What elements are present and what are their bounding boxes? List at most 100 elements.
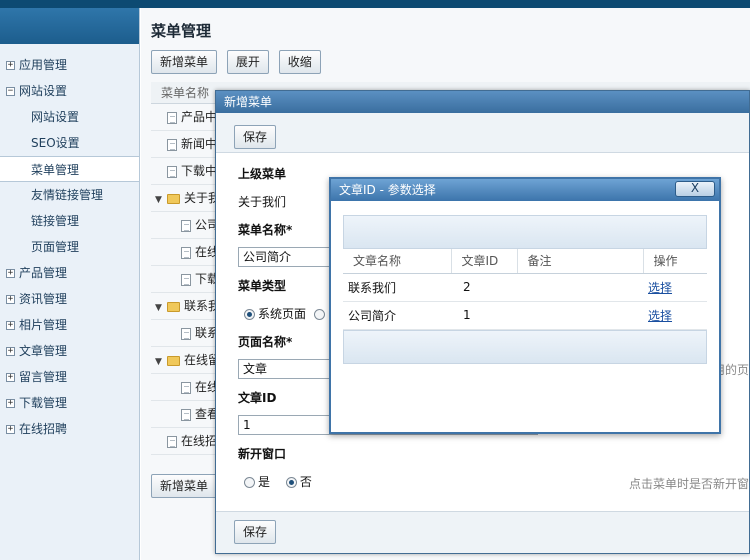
article-table: 文章名称 文章ID 备注 操作 联系我们 2 选择 公司简介 1 选择 bbox=[343, 249, 707, 330]
expand-icon[interactable]: + bbox=[6, 399, 15, 408]
article-name-cell: 联系我们 bbox=[343, 273, 451, 302]
menu-name-label: 菜单名称* bbox=[238, 223, 293, 237]
expand-button[interactable]: 展开 bbox=[226, 50, 269, 74]
system-page-radio[interactable] bbox=[244, 309, 255, 320]
new-window-label: 新开窗口 bbox=[238, 447, 287, 461]
sidebar-item-label: 留言管理 bbox=[19, 370, 68, 384]
new-window-yes-label: 是 bbox=[258, 475, 271, 489]
sidebar-item-label: 下载管理 bbox=[19, 396, 68, 410]
footer-save-button[interactable]: 保存 bbox=[234, 520, 277, 544]
sidebar-item-label: 在线招聘 bbox=[19, 422, 68, 436]
sidebar-item-label: 应用管理 bbox=[19, 58, 68, 72]
expand-icon[interactable]: + bbox=[6, 295, 15, 304]
column-header-name: 文章名称 bbox=[343, 249, 452, 274]
other-type-radio[interactable] bbox=[313, 309, 325, 320]
sidebar-item[interactable]: 友情链接管理 bbox=[0, 182, 139, 208]
document-icon bbox=[167, 165, 177, 178]
sidebar-item-label: 友情链接管理 bbox=[31, 188, 104, 202]
sidebar-item[interactable]: + 相片管理 bbox=[0, 312, 139, 338]
folder-icon bbox=[167, 301, 180, 312]
table-row: 公司简介 1 选择 bbox=[343, 301, 707, 330]
page-title: 菜单管理 bbox=[151, 22, 212, 40]
folder-icon bbox=[167, 355, 180, 366]
document-icon bbox=[167, 138, 177, 151]
expand-icon[interactable]: + bbox=[6, 347, 15, 356]
article-id-cell: 1 bbox=[451, 301, 517, 330]
sidebar-item[interactable]: + 应用管理 bbox=[0, 52, 139, 78]
select-link[interactable]: 选择 bbox=[643, 301, 707, 330]
main-bottom-toolbar: 新增菜单 bbox=[151, 474, 223, 498]
sidebar-item-label: SEO设置 bbox=[31, 136, 80, 150]
expand-icon[interactable]: + bbox=[6, 321, 15, 330]
new-window-hint: 点击菜单时是否新开窗 bbox=[628, 477, 749, 491]
close-button[interactable]: X bbox=[675, 181, 715, 197]
new-window-no-radio[interactable] bbox=[285, 477, 297, 488]
sidebar-item[interactable]: + 留言管理 bbox=[0, 364, 139, 390]
article-id-label: 文章ID bbox=[238, 391, 277, 405]
article-note-cell bbox=[517, 301, 643, 330]
document-icon bbox=[167, 111, 177, 124]
sidebar-item[interactable]: − 网站设置 bbox=[0, 78, 139, 104]
sidebar-item[interactable]: 菜单管理 bbox=[0, 156, 139, 182]
caret-down-icon[interactable]: ▼ bbox=[155, 295, 167, 319]
top-bar bbox=[0, 0, 750, 8]
sidebar-item[interactable]: 链接管理 bbox=[0, 208, 139, 234]
sidebar-menu: + 应用管理 − 网站设置 网站设置 SEO设置 菜单管理 友情链接管理 链接管理 页面管理 + 产品… bbox=[0, 52, 139, 442]
sidebar-item-label: 产品管理 bbox=[19, 266, 68, 280]
folder-icon bbox=[167, 193, 180, 204]
expand-icon[interactable]: + bbox=[6, 269, 15, 278]
document-icon bbox=[181, 273, 191, 286]
article-id-cell: 2 bbox=[451, 273, 517, 302]
article-name-cell: 公司简介 bbox=[343, 301, 451, 330]
caret-down-icon[interactable]: ▼ bbox=[155, 349, 167, 373]
document-icon bbox=[181, 408, 191, 421]
dialog-title: 新增菜单 bbox=[216, 91, 749, 113]
page-name-label: 页面名称* bbox=[238, 335, 293, 349]
sidebar-item[interactable]: 页面管理 bbox=[0, 234, 139, 260]
sidebar-item[interactable]: 网站设置 bbox=[0, 104, 139, 130]
dialog-footer: 保存 bbox=[216, 511, 749, 553]
dialog-toolbar: 保存 bbox=[216, 113, 749, 153]
sidebar-item-label: 网站设置 bbox=[19, 84, 68, 98]
tree-row-label: 在线招 bbox=[181, 434, 218, 448]
tree-row-label: 产品中 bbox=[181, 110, 218, 124]
new-window-yes-radio[interactable] bbox=[244, 477, 255, 488]
param-dialog-title-text: 文章ID - 参数选择 bbox=[339, 183, 436, 197]
menu-type-radio-group: 系统页面 bbox=[244, 305, 328, 322]
expand-icon[interactable]: + bbox=[6, 373, 15, 382]
article-note-cell bbox=[517, 273, 643, 302]
column-header-id: 文章ID bbox=[451, 249, 518, 274]
document-icon bbox=[167, 435, 177, 448]
sidebar-item[interactable]: + 资讯管理 bbox=[0, 286, 139, 312]
table-header-row: 文章名称 文章ID 备注 操作 bbox=[343, 249, 707, 274]
table-row: 联系我们 2 选择 bbox=[343, 273, 707, 302]
param-footer-band bbox=[343, 329, 707, 364]
expand-icon[interactable]: + bbox=[6, 61, 15, 70]
param-dialog-title: 文章ID - 参数选择 X bbox=[331, 179, 719, 201]
sidebar-item-label: 菜单管理 bbox=[31, 163, 80, 177]
sidebar-item-label: 链接管理 bbox=[31, 214, 80, 228]
add-menu-button[interactable]: 新增菜单 bbox=[151, 50, 218, 74]
collapse-icon[interactable]: − bbox=[6, 87, 15, 96]
sidebar-item[interactable]: + 产品管理 bbox=[0, 260, 139, 286]
save-button[interactable]: 保存 bbox=[234, 125, 277, 149]
add-menu-bottom-button[interactable]: 新增菜单 bbox=[151, 474, 218, 498]
sidebar-item[interactable]: + 在线招聘 bbox=[0, 416, 139, 442]
caret-down-icon[interactable]: ▼ bbox=[155, 187, 167, 211]
param-dialog-body: 文章名称 文章ID 备注 操作 联系我们 2 选择 公司简介 1 选择 bbox=[331, 201, 719, 364]
collapse-button[interactable]: 收缩 bbox=[278, 50, 321, 74]
select-link[interactable]: 选择 bbox=[643, 273, 707, 302]
tree-row-label: 新闻中 bbox=[181, 137, 218, 151]
tree-row-label: 下载中 bbox=[181, 164, 218, 178]
sidebar-item-label: 资讯管理 bbox=[19, 292, 68, 306]
sidebar-item-label: 相片管理 bbox=[19, 318, 68, 332]
new-window-no-label: 否 bbox=[299, 475, 312, 489]
sidebar-item[interactable]: SEO设置 bbox=[0, 130, 139, 156]
document-icon bbox=[181, 327, 191, 340]
article-id-param-dialog: 文章ID - 参数选择 X 文章名称 文章ID 备注 操作 联系我们 2 选择 bbox=[329, 177, 721, 434]
expand-icon[interactable]: + bbox=[6, 425, 15, 434]
sidebar-item[interactable]: + 文章管理 bbox=[0, 338, 139, 364]
sidebar-item[interactable]: + 下载管理 bbox=[0, 390, 139, 416]
parent-menu-value: 关于我们 bbox=[238, 195, 287, 209]
new-window-radio-group: 是 否 bbox=[244, 473, 312, 490]
